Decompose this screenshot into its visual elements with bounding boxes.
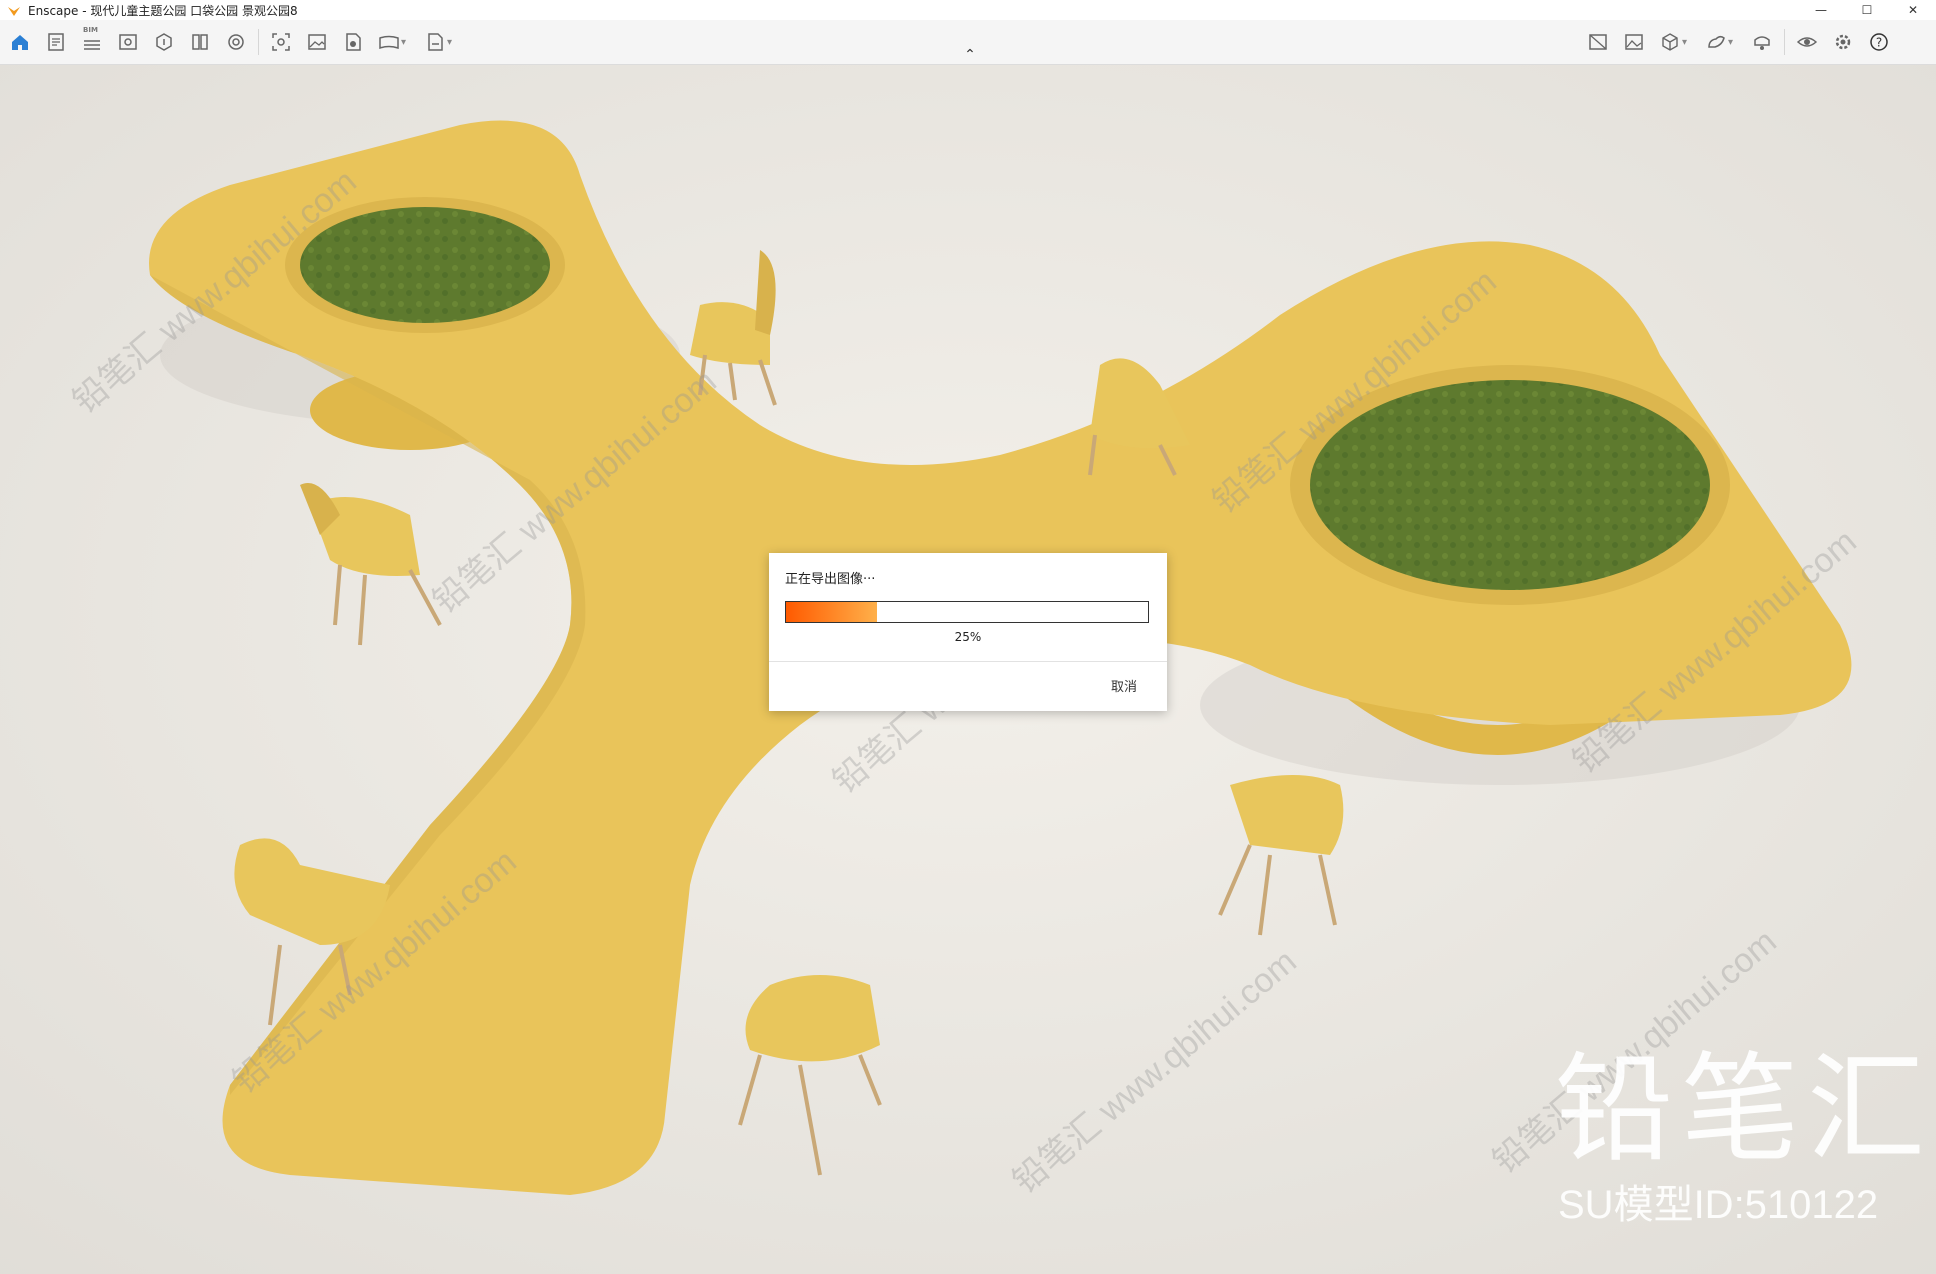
svg-text:?: ? bbox=[1876, 36, 1882, 50]
upload-icon bbox=[1708, 35, 1725, 48]
cancel-button[interactable]: 取消 bbox=[1111, 676, 1137, 695]
bim-icon bbox=[84, 40, 100, 50]
toolbar-right-group: ▾ ▾ ? bbox=[1580, 24, 1897, 60]
collapse-toolbar-arrow[interactable]: ⌃ bbox=[960, 47, 980, 63]
materials-button[interactable] bbox=[182, 24, 218, 60]
home-icon bbox=[12, 35, 28, 50]
export-progress-dialog: 正在导出图像··· 25% 取消 bbox=[769, 553, 1167, 711]
safe-frame-button[interactable] bbox=[1744, 24, 1780, 60]
atmosphere-button[interactable] bbox=[218, 24, 254, 60]
safe-frame-icon bbox=[1754, 36, 1770, 50]
atmosphere-icon bbox=[228, 34, 244, 50]
home-button[interactable] bbox=[2, 24, 38, 60]
assets-button[interactable] bbox=[146, 24, 182, 60]
bim-button[interactable]: BIM bbox=[74, 24, 110, 60]
batch-render-button[interactable] bbox=[335, 24, 371, 60]
export-icon bbox=[428, 33, 443, 51]
materials-icon bbox=[192, 34, 208, 50]
panorama-icon bbox=[379, 35, 399, 50]
title-bar: Enscape - 现代儿童主题公园 口袋公园 景观公园8 — ☐ ✕ bbox=[0, 0, 1936, 20]
settings-button[interactable] bbox=[1825, 24, 1861, 60]
eye-icon bbox=[1796, 37, 1818, 47]
export-button[interactable] bbox=[417, 24, 453, 60]
toolbar-left-group: BIM ▾ ▾ bbox=[2, 24, 463, 60]
eye-button[interactable] bbox=[1789, 24, 1825, 60]
screenshot-icon bbox=[308, 34, 326, 50]
image-icon bbox=[1625, 34, 1643, 50]
panorama-button[interactable] bbox=[371, 24, 407, 60]
cube-button[interactable] bbox=[1652, 24, 1688, 60]
bim-label: BIM bbox=[83, 26, 98, 34]
vr-button[interactable] bbox=[1580, 24, 1616, 60]
minimize-button[interactable]: — bbox=[1798, 0, 1844, 20]
toolbar-separator bbox=[258, 29, 259, 55]
dialog-divider bbox=[769, 661, 1167, 662]
planter-grass-left bbox=[300, 207, 550, 323]
capture-icon bbox=[272, 33, 290, 51]
settings-icon bbox=[1835, 34, 1851, 50]
batch-render-icon bbox=[346, 33, 361, 51]
views-icon bbox=[119, 34, 137, 50]
capture-button[interactable] bbox=[263, 24, 299, 60]
planter-grass-right bbox=[1310, 380, 1710, 590]
dialog-title: 正在导出图像··· bbox=[785, 572, 876, 587]
watermark-brand: 铅笔汇 bbox=[1555, 1040, 1934, 1178]
cube-icon bbox=[1662, 33, 1678, 51]
notes-button[interactable] bbox=[38, 24, 74, 60]
window-controls: — ☐ ✕ bbox=[1798, 0, 1936, 20]
help-icon: ? bbox=[1870, 33, 1888, 51]
screenshot-button[interactable] bbox=[299, 24, 335, 60]
close-button[interactable]: ✕ bbox=[1890, 0, 1936, 20]
watermark-model-id: SU模型ID:510122 bbox=[1558, 1183, 1879, 1227]
notes-icon bbox=[48, 33, 64, 51]
image-button[interactable] bbox=[1616, 24, 1652, 60]
help-button[interactable]: ? bbox=[1861, 24, 1897, 60]
window-title: Enscape - 现代儿童主题公园 口袋公园 景观公园8 bbox=[28, 3, 298, 18]
progress-bar bbox=[785, 601, 1149, 623]
maximize-button[interactable]: ☐ bbox=[1844, 0, 1890, 20]
upload-button[interactable] bbox=[1698, 24, 1734, 60]
progress-bar-fill bbox=[786, 602, 877, 622]
enscape-logo-icon bbox=[8, 7, 20, 16]
views-button[interactable] bbox=[110, 24, 146, 60]
progress-percent-label: 25% bbox=[954, 630, 982, 644]
toolbar-separator bbox=[1784, 29, 1785, 55]
vr-icon bbox=[1589, 34, 1607, 50]
assets-icon bbox=[156, 33, 172, 51]
